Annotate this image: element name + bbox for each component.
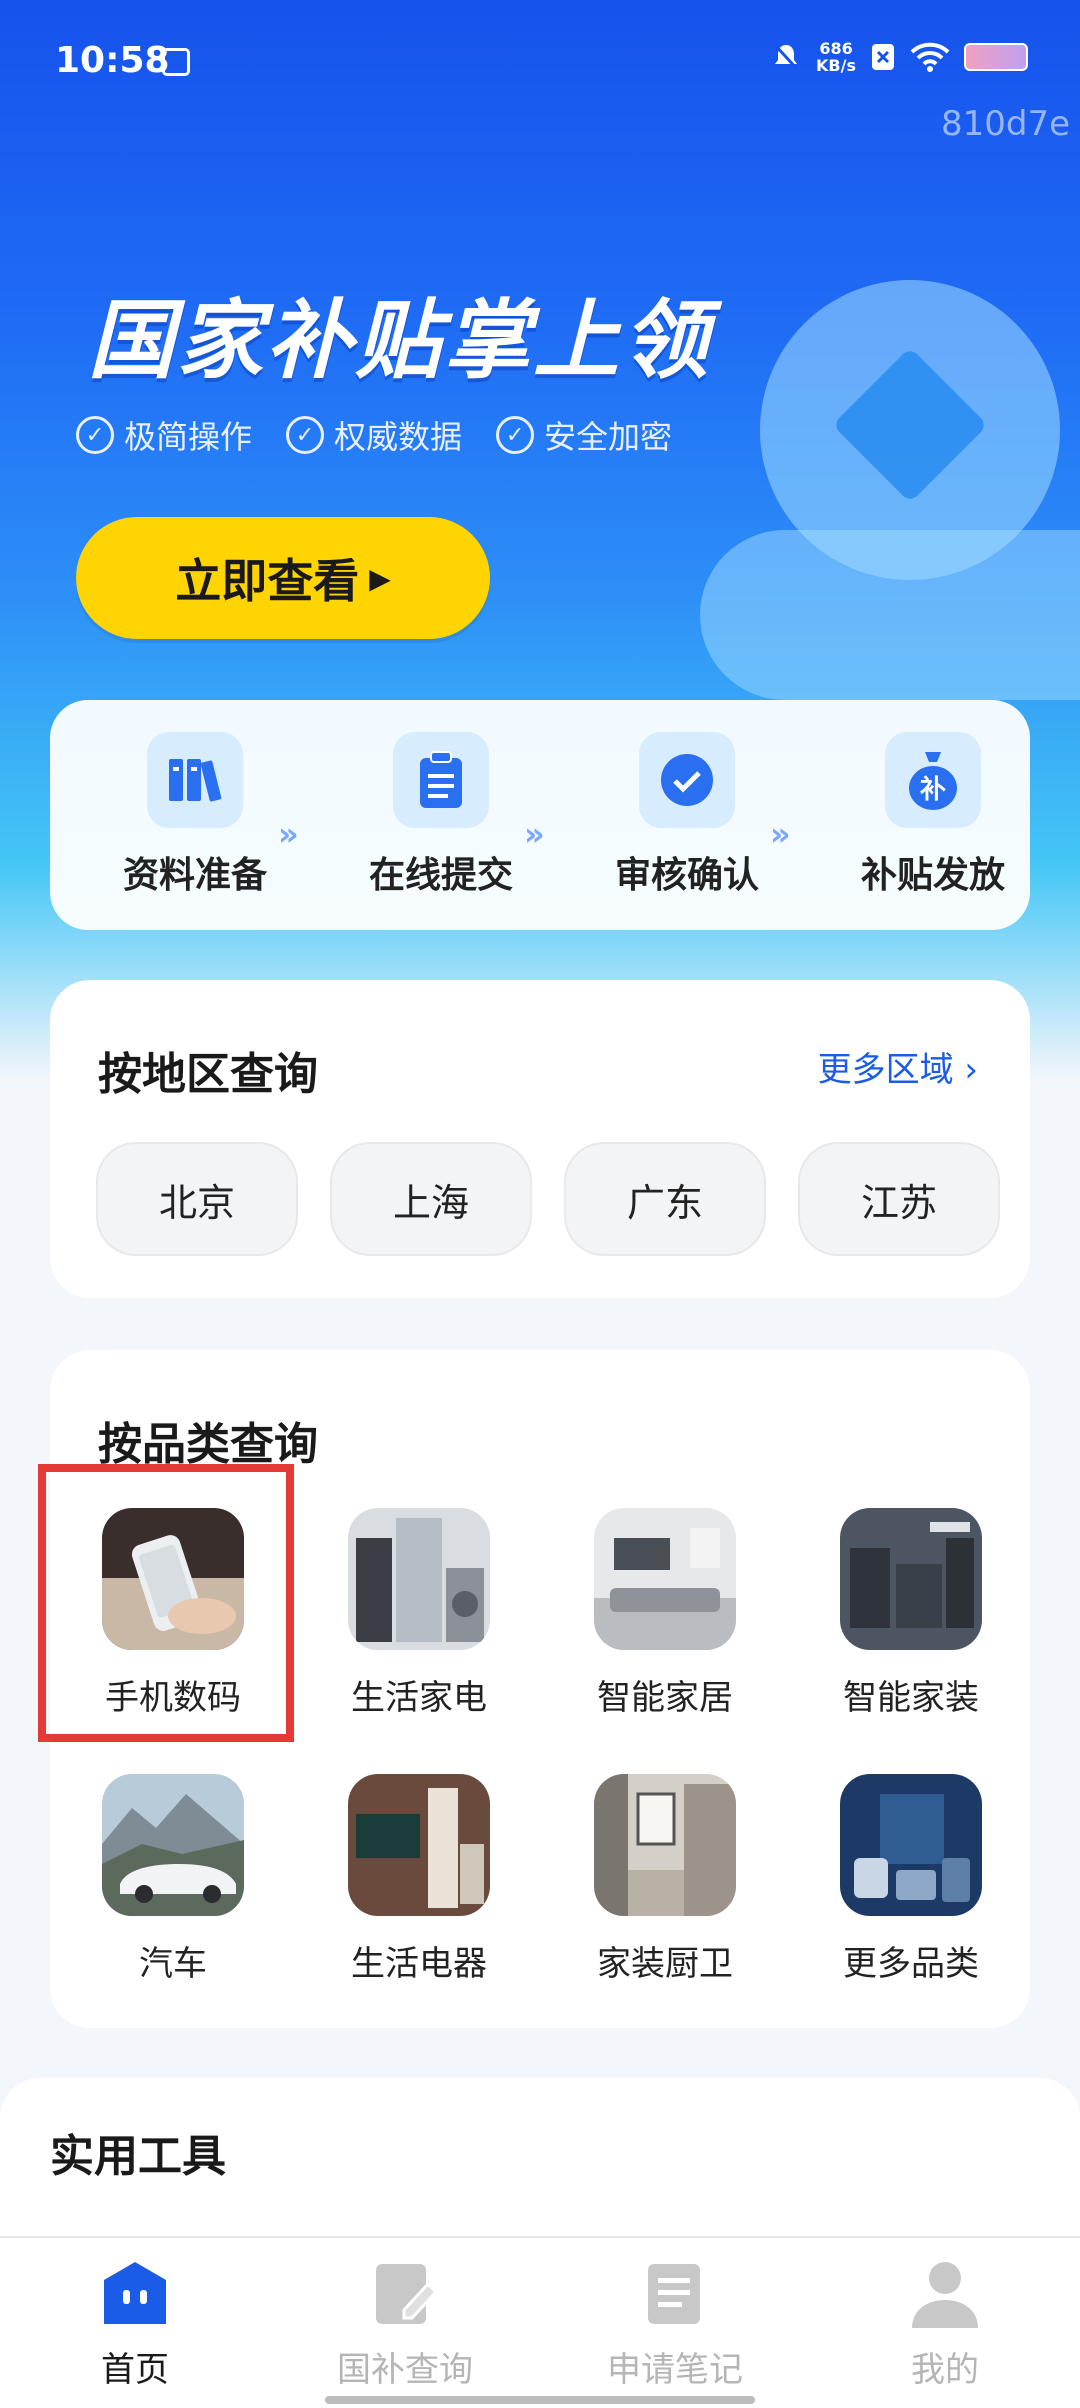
hero-tag: ✓ 安全加密 xyxy=(496,412,672,458)
smart-home-image xyxy=(594,1508,736,1650)
category-item-more[interactable]: 更多品类 xyxy=(788,1774,1034,1985)
step-item[interactable]: 在线提交 xyxy=(356,732,526,898)
double-chevron-icon: » xyxy=(770,815,791,853)
check-badge-icon xyxy=(639,732,735,828)
category-item-phone-digital[interactable]: 手机数码 xyxy=(38,1464,296,1742)
living-appliance-image xyxy=(348,1774,490,1916)
category-item-living-appliance[interactable]: 生活电器 xyxy=(296,1774,542,1985)
step-item[interactable]: 资料准备 xyxy=(110,732,280,898)
money-bag-icon: 补 xyxy=(885,732,981,828)
watermark: 810d7e xyxy=(940,104,1070,144)
sim-card-icon xyxy=(162,48,190,76)
check-circle-icon: ✓ xyxy=(496,416,535,454)
kitchen-bath-image xyxy=(594,1774,736,1916)
clipboard-icon xyxy=(393,732,489,828)
home-appliance-image xyxy=(348,1508,490,1650)
hand-graphic xyxy=(700,530,1080,700)
car-image xyxy=(102,1774,244,1916)
category-item-smart-home[interactable]: 智能家居 xyxy=(542,1508,788,1719)
status-time: 10:58 xyxy=(55,40,170,81)
region-chip-beijing[interactable]: 北京 xyxy=(96,1142,298,1256)
play-arrow-icon: ▶ xyxy=(369,561,391,595)
profile-icon xyxy=(908,2258,982,2330)
tab-subsidy-query[interactable]: 国补查询 xyxy=(270,2258,540,2391)
books-icon xyxy=(147,732,243,828)
category-item-home-appliance[interactable]: 生活家电 xyxy=(296,1508,542,1719)
highlight-box xyxy=(38,1464,294,1742)
hero-tag: ✓ 权威数据 xyxy=(286,412,462,458)
tab-home[interactable]: 首页 xyxy=(0,2258,270,2391)
tools-title: 实用工具 xyxy=(50,2131,226,2182)
category-query-card: 按品类查询 手机数码 生活家电 智能家居 智能家装 汽车 生活电器 家装厨卫 更… xyxy=(38,1350,1030,2028)
chevron-right-icon: › xyxy=(964,1050,978,1090)
hero-tag: ✓ 极简操作 xyxy=(76,412,252,458)
region-chip-guangdong[interactable]: 广东 xyxy=(564,1142,766,1256)
smart-decor-image xyxy=(840,1508,982,1650)
tab-profile[interactable]: 我的 xyxy=(810,2258,1080,2391)
hero-tags: ✓ 极简操作 ✓ 权威数据 ✓ 安全加密 xyxy=(76,412,672,458)
network-speed: 686 KB/s xyxy=(816,39,856,75)
region-chips: 北京 上海 广东 江苏 xyxy=(96,1142,1000,1256)
bottom-tab-bar: 首页 国补查询 申请笔记 我的 xyxy=(0,2236,1080,2408)
query-edit-icon xyxy=(368,2258,442,2330)
tab-application-notes[interactable]: 申请笔记 xyxy=(540,2258,810,2391)
category-title: 按品类查询 xyxy=(98,1419,318,1470)
check-circle-icon: ✓ xyxy=(286,416,325,454)
mute-bell-icon xyxy=(773,43,799,71)
no-sim-icon xyxy=(872,44,894,70)
check-circle-icon: ✓ xyxy=(76,416,114,454)
more-categories-image xyxy=(840,1774,982,1916)
region-chip-jiangsu[interactable]: 江苏 xyxy=(798,1142,1000,1256)
process-steps-card: 资料准备 » 在线提交 » 审核确认 » 补 补贴发放 xyxy=(50,700,1030,930)
wifi-icon xyxy=(910,42,950,72)
category-item-smart-decor[interactable]: 智能家装 xyxy=(788,1508,1034,1719)
notes-icon xyxy=(638,2258,712,2330)
double-chevron-icon: » xyxy=(278,815,299,853)
region-title: 按地区查询 xyxy=(98,1049,318,1100)
more-regions-link[interactable]: 更多区域 › xyxy=(818,1042,978,1091)
double-chevron-icon: » xyxy=(524,815,545,853)
svg-text:补: 补 xyxy=(920,775,946,805)
view-now-button[interactable]: 立即查看 ▶ xyxy=(76,517,490,639)
battery-icon xyxy=(964,43,1028,71)
region-query-card: 按地区查询 更多区域 › 北京 上海 广东 江苏 xyxy=(50,980,1030,1298)
category-item-car[interactable]: 汽车 xyxy=(50,1774,296,1985)
hero-title: 国家补贴掌上领 xyxy=(88,291,711,391)
home-indicator xyxy=(325,2396,755,2404)
category-item-kitchen-bath[interactable]: 家装厨卫 xyxy=(542,1774,788,1985)
home-icon xyxy=(98,2258,172,2330)
step-item[interactable]: 审核确认 xyxy=(602,732,772,898)
region-chip-shanghai[interactable]: 上海 xyxy=(330,1142,532,1256)
step-item[interactable]: 补 补贴发放 xyxy=(848,732,1018,898)
status-bar: 10:58 686 KB/s xyxy=(0,0,1080,120)
